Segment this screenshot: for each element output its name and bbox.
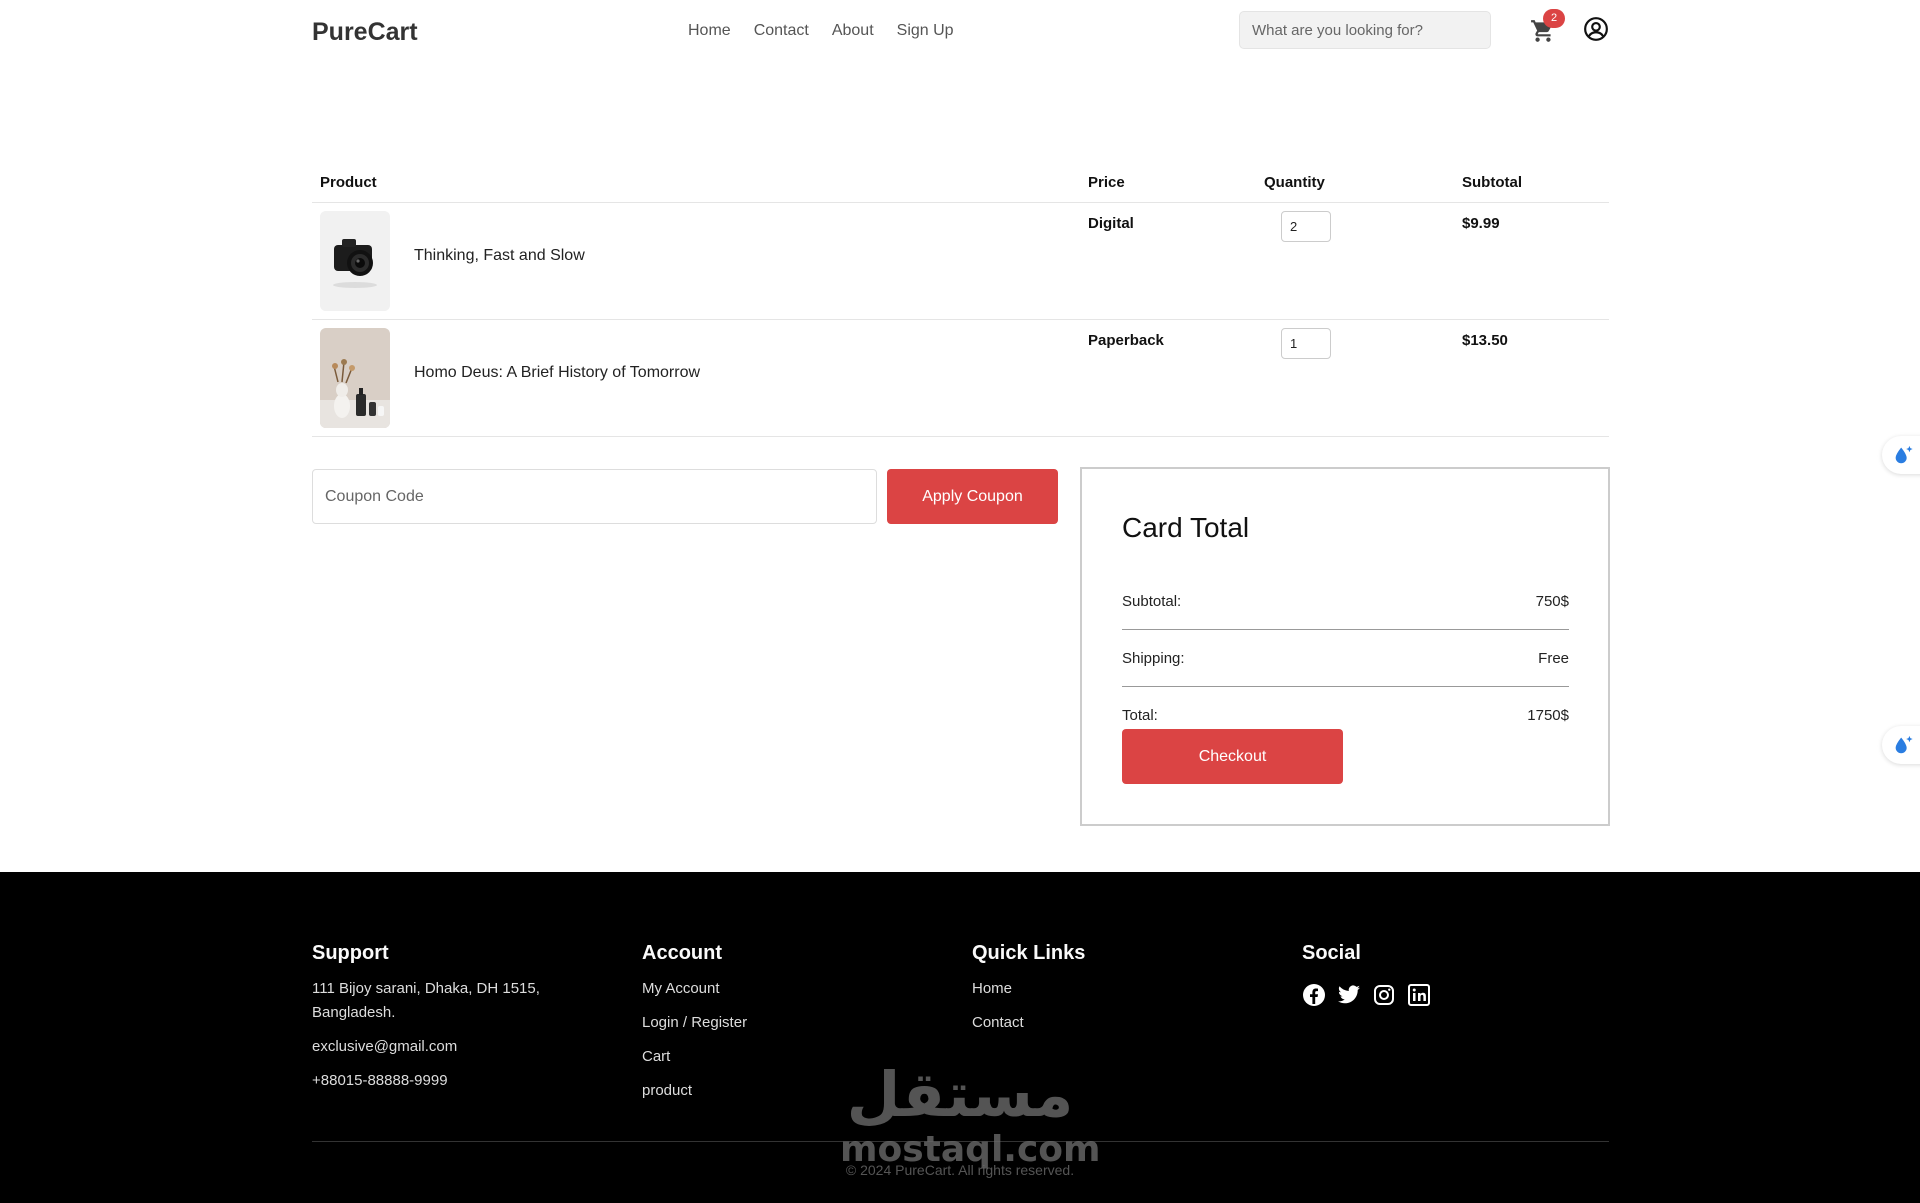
row-subtotal: $13.50: [1462, 332, 1508, 349]
user-account-icon[interactable]: [1583, 16, 1609, 42]
apply-coupon-button[interactable]: Apply Coupon: [887, 469, 1058, 524]
quantity-input[interactable]: [1281, 328, 1331, 359]
support-email[interactable]: exclusive@gmail.com: [312, 1035, 582, 1059]
droplet-sparkle-icon: [1895, 735, 1913, 754]
header-quantity: Quantity: [1264, 174, 1325, 191]
footer-link-my-account[interactable]: My Account: [642, 977, 747, 1001]
watermark-arabic: مستقل: [846, 1058, 1074, 1131]
shipping-label: Shipping:: [1122, 649, 1185, 667]
footer-link-home[interactable]: Home: [972, 977, 1085, 1001]
nav-contact[interactable]: Contact: [754, 22, 809, 40]
header-price: Price: [1088, 174, 1125, 191]
product-image-camera[interactable]: [320, 211, 390, 311]
footer-support: Support 111 Bijoy sarani, Dhaka, DH 1515…: [312, 942, 582, 1103]
product-image-vases[interactable]: [320, 328, 390, 428]
row-subtotal: $9.99: [1462, 215, 1500, 232]
product-name[interactable]: Homo Deus: A Brief History of Tomorrow: [414, 364, 700, 382]
footer-link-login-register[interactable]: Login / Register: [642, 1011, 747, 1035]
cart-table: Product Price Quantity Subtotal Thinking…: [312, 165, 1609, 437]
header-product: Product: [320, 174, 377, 191]
footer-social: Social: [1302, 942, 1431, 1007]
watermark-latin: mostaql.com: [840, 1129, 1101, 1170]
shipping-row: Shipping: Free: [1122, 630, 1569, 687]
product-format: Paperback: [1088, 332, 1164, 349]
footer-account-title: Account: [642, 942, 722, 964]
cart-total-panel: Card Total Subtotal: 750$ Shipping: Free…: [1080, 467, 1610, 826]
footer-social-title: Social: [1302, 942, 1361, 964]
footer-link-cart[interactable]: Cart: [642, 1045, 747, 1069]
header-subtotal: Subtotal: [1462, 174, 1522, 191]
footer-support-title: Support: [312, 942, 389, 964]
subtotal-value: 750$: [1535, 592, 1569, 610]
floating-helper-button[interactable]: [1882, 726, 1920, 764]
support-address: 111 Bijoy sarani, Dhaka, DH 1515, Bangla…: [312, 980, 540, 1021]
footer-link-product[interactable]: product: [642, 1079, 747, 1103]
support-phone[interactable]: +88015-88888-9999: [312, 1069, 582, 1093]
table-header: Product Price Quantity Subtotal: [312, 165, 1609, 203]
nav-home[interactable]: Home: [688, 22, 731, 40]
footer-link-contact[interactable]: Contact: [972, 1011, 1085, 1035]
subtotal-row: Subtotal: 750$: [1122, 573, 1569, 630]
nav-about[interactable]: About: [832, 22, 874, 40]
shipping-value: Free: [1538, 649, 1569, 667]
table-row: Thinking, Fast and Slow Digital $9.99: [312, 203, 1609, 320]
main-nav: Home Contact About Sign Up: [688, 22, 954, 40]
cart-total-title: Card Total: [1122, 512, 1250, 543]
product-format: Digital: [1088, 215, 1134, 232]
mostaql-watermark: مستقل mostaql.com: [840, 1058, 1101, 1170]
instagram-icon[interactable]: [1372, 983, 1396, 1007]
table-row: Homo Deus: A Brief History of Tomorrow P…: [312, 320, 1609, 437]
product-name[interactable]: Thinking, Fast and Slow: [414, 247, 585, 265]
cart-count-badge: 2: [1543, 9, 1565, 28]
droplet-sparkle-icon: [1895, 445, 1913, 464]
facebook-icon[interactable]: [1302, 983, 1326, 1007]
site-header: PureCart Home Contact About Sign Up 2: [0, 0, 1920, 64]
search-input[interactable]: [1239, 11, 1491, 49]
footer-quick-links: Quick Links Home Contact: [972, 942, 1085, 1045]
total-value: 1750$: [1527, 707, 1569, 724]
twitter-icon[interactable]: [1337, 983, 1361, 1007]
subtotal-label: Subtotal:: [1122, 592, 1182, 610]
coupon-input[interactable]: [312, 469, 877, 524]
checkout-button[interactable]: Checkout: [1122, 729, 1343, 784]
site-logo[interactable]: PureCart: [312, 18, 418, 47]
social-icons: [1302, 983, 1431, 1007]
footer-quick-links-title: Quick Links: [972, 942, 1086, 964]
total-label: Total:: [1122, 707, 1158, 724]
nav-signup[interactable]: Sign Up: [897, 22, 954, 40]
footer-account: Account My Account Login / Register Cart…: [642, 942, 747, 1113]
linkedin-icon[interactable]: [1407, 983, 1431, 1007]
floating-helper-button[interactable]: [1882, 436, 1920, 474]
quantity-input[interactable]: [1281, 211, 1331, 242]
